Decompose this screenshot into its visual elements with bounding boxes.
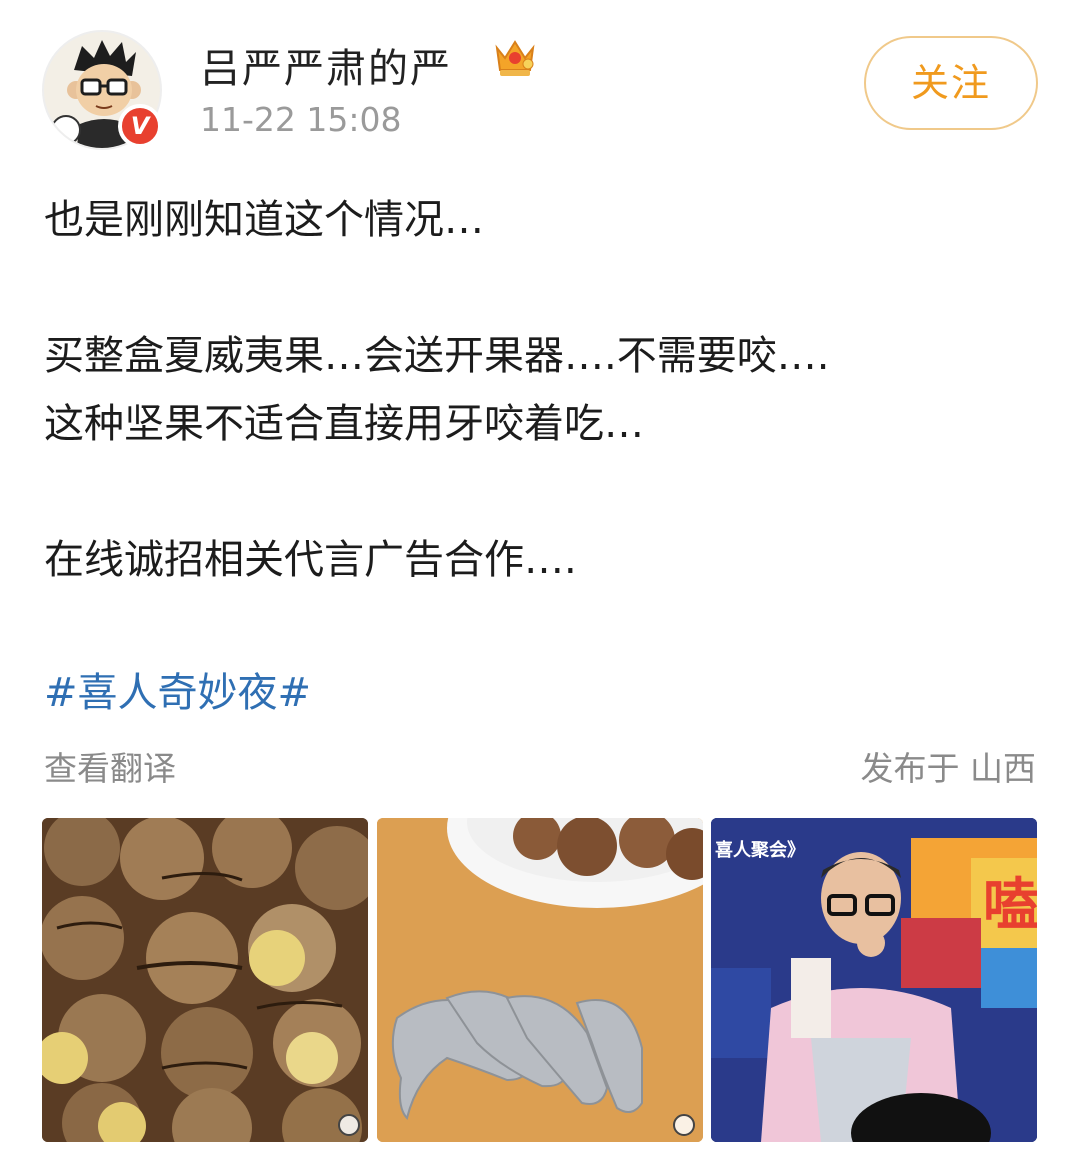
macadamia-nuts-photo [42, 818, 368, 1142]
crown-icon[interactable] [492, 34, 538, 80]
image-thumbnail-1[interactable] [42, 818, 368, 1142]
nut-opener-tools-photo [377, 818, 703, 1142]
image-thumbnail-3[interactable]: 喜人聚会》 嗑 [711, 818, 1037, 1142]
verified-badge-icon: V [118, 104, 162, 148]
tv-caption: 喜人聚会》 [715, 840, 805, 861]
translate-link[interactable]: 查看翻译 [44, 742, 176, 790]
post-timestamp: 11-22 15:08 [200, 100, 402, 139]
hashtag-link[interactable]: #喜人奇妙夜# [44, 660, 311, 718]
post-paragraph: 在线诚招相关代言广告合作…. [44, 537, 577, 583]
post-paragraph: 买整盒夏威夷果…会送开果器….不需要咬…. [44, 333, 830, 379]
weibo-watermark-icon [338, 1114, 360, 1136]
post-header: V 吕严严肃的严 11-22 15:08 关注 [0, 0, 1080, 160]
tv-overlay-char: 嗑 [983, 873, 1037, 938]
post-location: 发布于 山西 [860, 749, 1037, 788]
weibo-watermark-icon [673, 1114, 695, 1136]
post-paragraph: 这种坚果不适合直接用牙咬着吃… [44, 401, 644, 447]
post-paragraph: 也是刚刚知道这个情况… [44, 197, 484, 243]
follow-button[interactable]: 关注 [864, 36, 1038, 130]
image-thumbnail-2[interactable] [377, 818, 703, 1142]
user-name[interactable]: 吕严严肃的严 [200, 36, 452, 94]
